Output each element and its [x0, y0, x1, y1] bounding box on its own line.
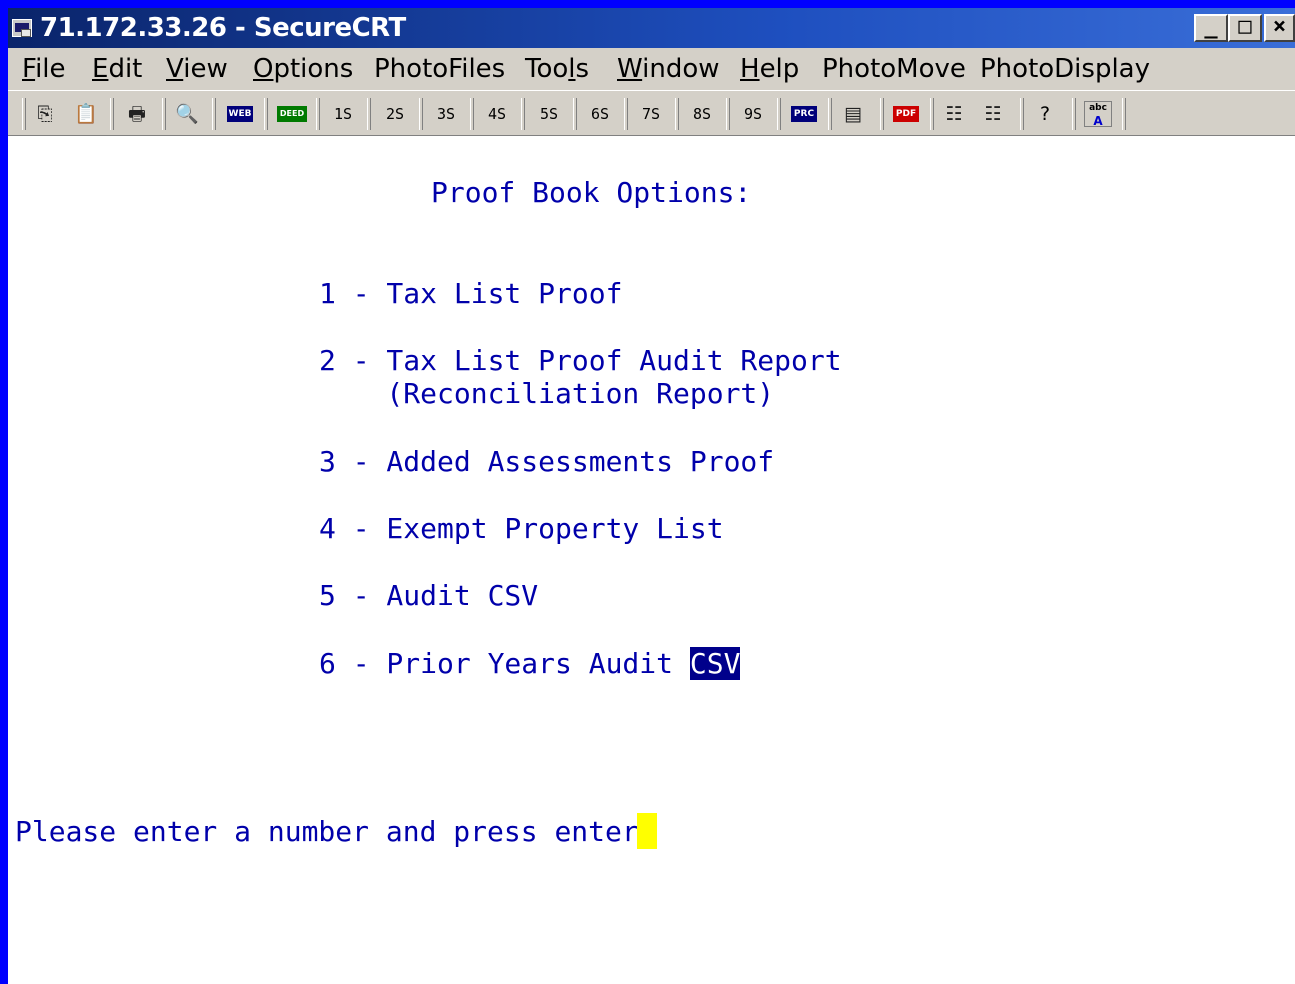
session-5s-button[interactable]: 5S: [536, 100, 562, 128]
toolbar-separator: [264, 98, 268, 130]
toolbar-separator: [1122, 98, 1126, 130]
menu-bar: File Edit View Options PhotoFiles Tools …: [8, 48, 1295, 88]
menu-edit[interactable]: Edit: [92, 53, 142, 85]
properties-icon[interactable]: ☷: [943, 103, 965, 125]
session-1s-button[interactable]: 1S: [330, 100, 356, 128]
option-4: 4 - Exempt Property List: [319, 512, 724, 545]
menu-help[interactable]: Help: [740, 53, 799, 85]
toolbar-separator: [880, 98, 884, 130]
toolbar-separator: [726, 98, 730, 130]
option-1: 1 - Tax List Proof: [319, 277, 623, 310]
toolbar-separator: [777, 98, 781, 130]
web-button[interactable]: WEB: [227, 106, 253, 122]
option-5: 5 - Audit CSV: [319, 579, 539, 612]
menu-photomove[interactable]: PhotoMove: [822, 53, 966, 85]
selected-text-highlight: CSV: [689, 647, 741, 680]
toolbar: ⎘ 📋 🖶 🔍 WEB DEED 1S 2S 3S 4S 5S 6S 7S 8S…: [8, 90, 1295, 136]
session-7s-button[interactable]: 7S: [638, 100, 664, 128]
toolbar-separator: [1072, 98, 1076, 130]
pdf-button[interactable]: PDF: [893, 106, 919, 122]
option-3: 3 - Added Assessments Proof: [319, 445, 775, 478]
securecrt-app-icon[interactable]: [12, 19, 32, 37]
toolbar-separator: [162, 98, 166, 130]
terminal-cursor[interactable]: [637, 813, 657, 849]
input-prompt: Please enter a number and press enter:: [15, 815, 673, 848]
toolbar-separator: [367, 98, 371, 130]
maximize-button[interactable]: □: [1228, 14, 1262, 42]
toolbar-separator: [470, 98, 474, 130]
securecrt-window: 71.172.33.26 - SecureCRT _ □ × File Edit…: [8, 8, 1295, 984]
title-bar[interactable]: 71.172.33.26 - SecureCRT _ □ ×: [8, 8, 1295, 48]
toolbar-separator: [675, 98, 679, 130]
find-icon[interactable]: 🔍: [175, 103, 199, 125]
toolbar-separator: [212, 98, 216, 130]
print-icon[interactable]: 🖶: [126, 103, 148, 125]
session-3s-button[interactable]: 3S: [433, 100, 459, 128]
menu-view[interactable]: View: [166, 53, 228, 85]
menu-photodisplay[interactable]: PhotoDisplay: [980, 53, 1150, 85]
toolbar-separator: [419, 98, 423, 130]
option-6-text: 6 - Prior Years Audit: [319, 647, 690, 680]
session-6s-button[interactable]: 6S: [587, 100, 613, 128]
toolbar-separator: [930, 98, 934, 130]
option-2: 2 - Tax List Proof Audit Report: [319, 344, 842, 377]
help-icon[interactable]: ?: [1034, 103, 1056, 125]
session-9s-button[interactable]: 9S: [740, 100, 766, 128]
toolbar-separator: [828, 98, 832, 130]
toolbar-separator: [1020, 98, 1024, 130]
menu-window[interactable]: Window: [617, 53, 720, 85]
menu-heading: Proof Book Options:: [431, 176, 752, 209]
toolbar-separator: [316, 98, 320, 130]
minimize-button[interactable]: _: [1194, 14, 1228, 42]
global-options-icon[interactable]: ☷: [982, 103, 1004, 125]
spell-check-a-icon: A: [1093, 114, 1103, 128]
deed-button[interactable]: DEED: [277, 106, 307, 122]
copy-icon[interactable]: ⎘: [34, 103, 56, 125]
toolbar-separator: [624, 98, 628, 130]
menu-photofiles[interactable]: PhotoFiles: [374, 53, 505, 85]
spell-check-label: abc: [1089, 103, 1107, 113]
spell-check-button[interactable]: abc A: [1084, 101, 1112, 128]
terminal-screen[interactable]: Proof Book Options: 1 - Tax List Proof 2…: [8, 136, 1295, 984]
window-title: 71.172.33.26 - SecureCRT: [40, 13, 406, 43]
menu-options[interactable]: Options: [253, 53, 353, 85]
menu-file[interactable]: File: [22, 53, 66, 85]
session-2s-button[interactable]: 2S: [382, 100, 408, 128]
toolbar-separator: [573, 98, 577, 130]
toolbar-separator: [22, 98, 26, 130]
session-manager-icon[interactable]: ▤: [842, 103, 864, 125]
paste-icon[interactable]: 📋: [74, 103, 98, 125]
close-button[interactable]: ×: [1264, 14, 1295, 42]
menu-tools[interactable]: Tools: [525, 53, 589, 85]
toolbar-separator: [110, 98, 114, 130]
toolbar-separator: [521, 98, 525, 130]
session-8s-button[interactable]: 8S: [689, 100, 715, 128]
option-2-subtitle: (Reconciliation Report): [319, 377, 775, 410]
session-4s-button[interactable]: 4S: [484, 100, 510, 128]
option-6: 6 - Prior Years Audit CSV: [319, 647, 741, 681]
prc-button[interactable]: PRC: [791, 106, 817, 122]
